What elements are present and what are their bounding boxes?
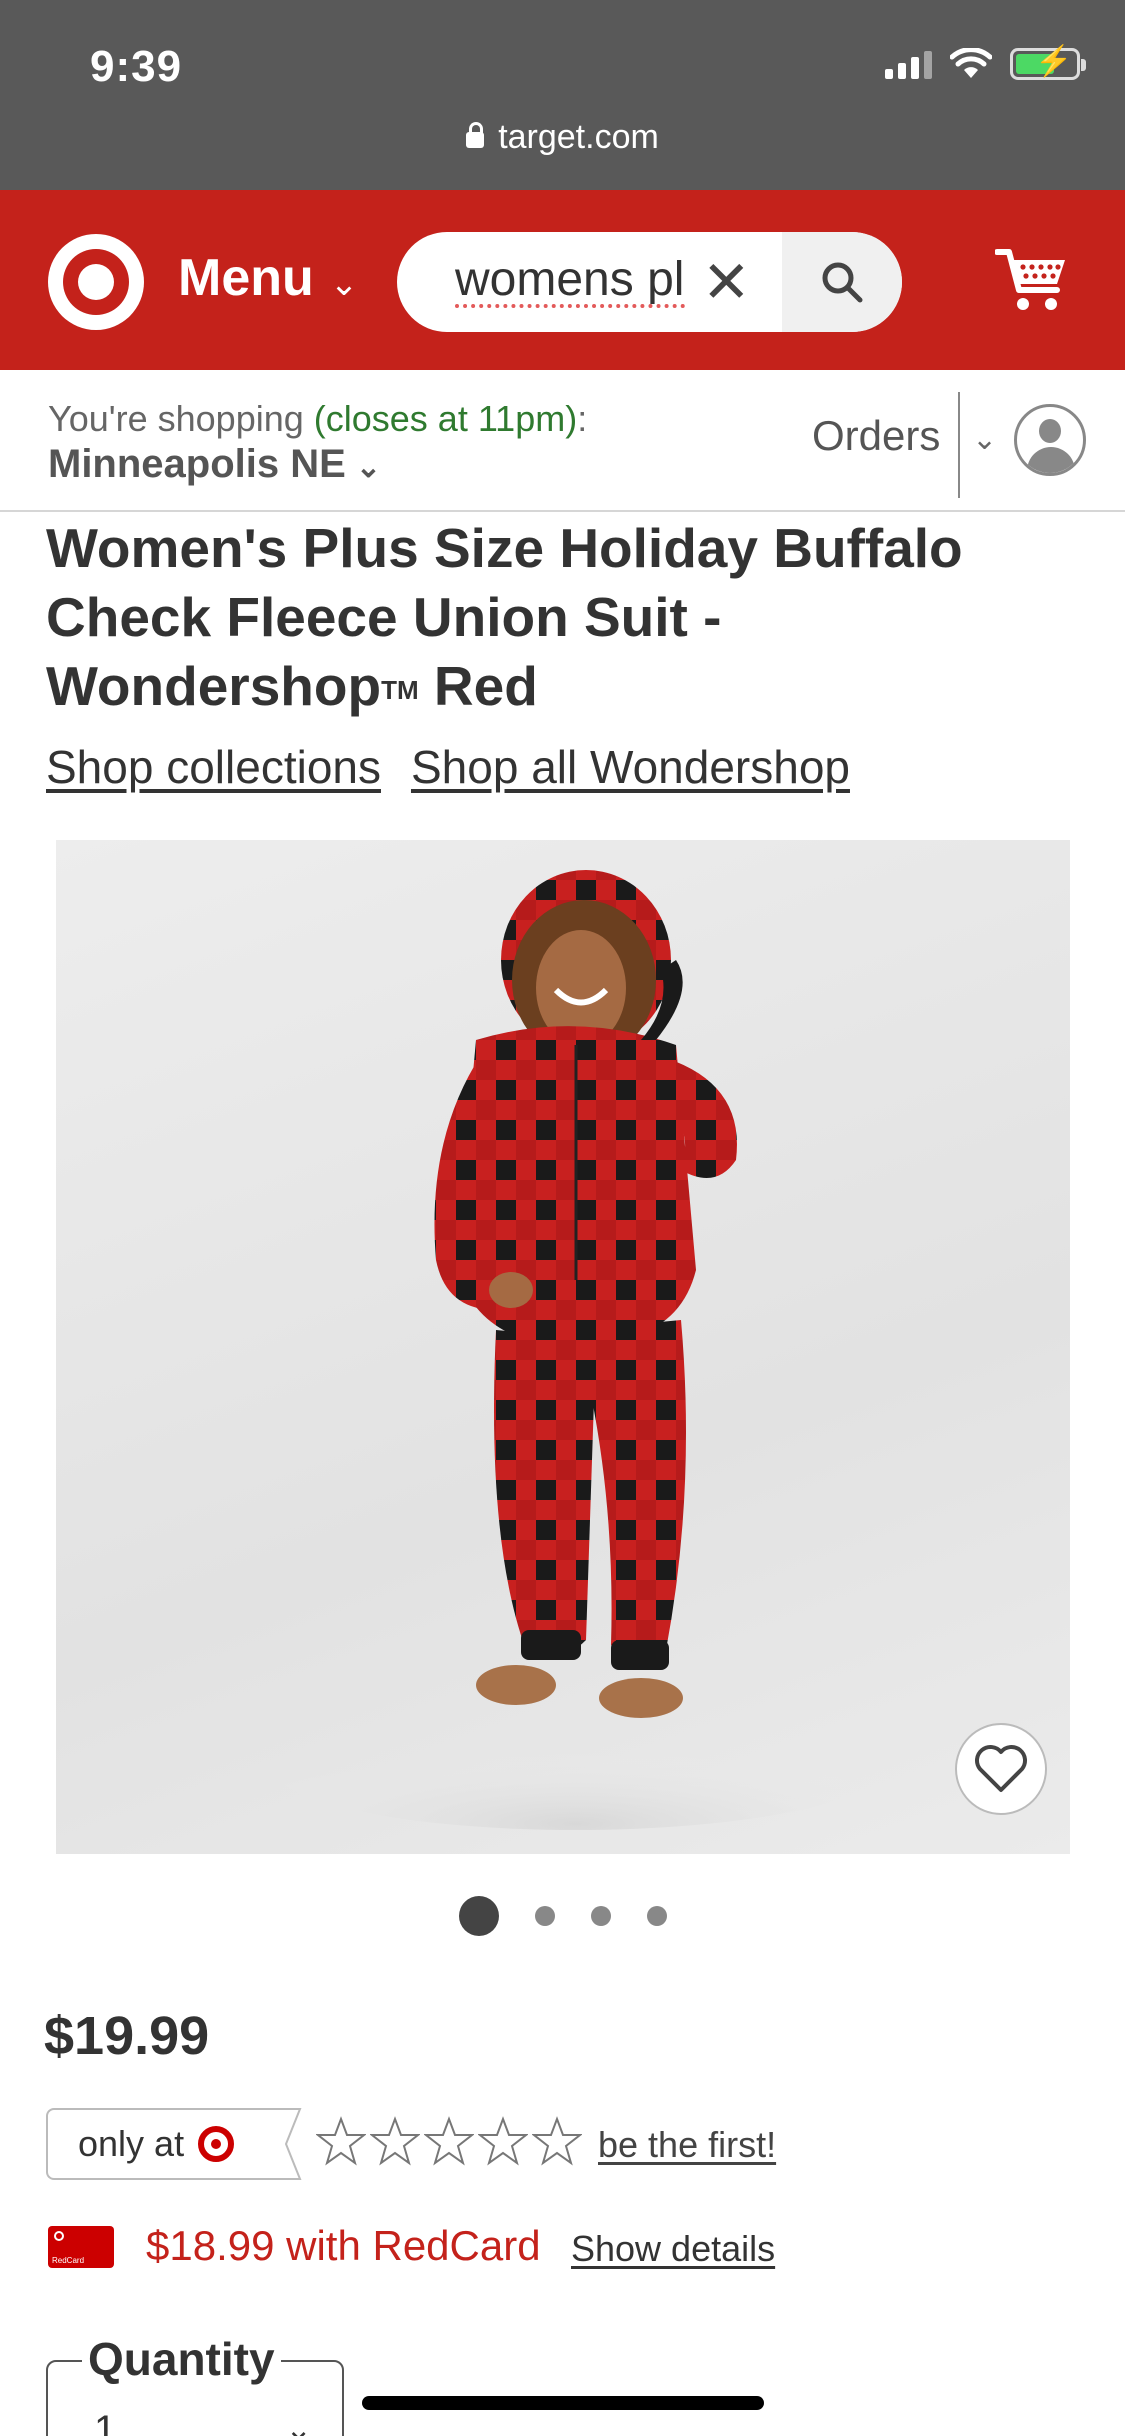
shopping-at-text: You're shopping (closes at 11pm): bbox=[48, 398, 587, 440]
cart-icon[interactable] bbox=[995, 246, 1067, 316]
search-icon bbox=[822, 262, 863, 303]
redcard-price: $18.99 with RedCard bbox=[146, 2222, 541, 2269]
write-review-link[interactable]: be the first! bbox=[598, 2124, 776, 2166]
search-button[interactable] bbox=[782, 232, 902, 332]
only-at-target-badge: only at bbox=[46, 2108, 286, 2180]
carousel-dot-4[interactable] bbox=[646, 1906, 667, 1926]
carousel-dot-2[interactable] bbox=[534, 1906, 555, 1926]
product-color: Red bbox=[418, 655, 538, 717]
store-hours: (closes at 11pm) bbox=[313, 398, 578, 439]
orders-link[interactable]: Orders bbox=[812, 412, 940, 460]
home-indicator[interactable] bbox=[362, 2396, 764, 2410]
brand-name: Wondershop bbox=[46, 655, 382, 717]
model-in-plaid-union-suit-image bbox=[276, 870, 876, 1830]
battery-charging-icon: ⚡ bbox=[1010, 47, 1086, 80]
shop-collections-link[interactable]: Shop collections bbox=[46, 740, 381, 794]
status-time: 9:39 bbox=[90, 42, 183, 91]
product-title-line-1: Women's Plus Size Holiday Buffalo bbox=[46, 517, 963, 579]
badge-tail bbox=[270, 2108, 302, 2180]
account-chevron-down-icon[interactable]: ⌄ bbox=[972, 422, 997, 457]
collection-links: Shop collections Shop all Wondershop bbox=[46, 740, 850, 794]
cellular-signal-icon bbox=[885, 49, 932, 79]
account-avatar-icon[interactable] bbox=[1014, 404, 1086, 476]
redcard-icon: RedCard bbox=[48, 2226, 114, 2268]
quantity-select[interactable]: Quantity 1 ⌄ bbox=[46, 2332, 344, 2436]
star-icon bbox=[478, 2116, 528, 2166]
show-details-link[interactable]: Show details bbox=[571, 2228, 775, 2270]
product-image[interactable] bbox=[56, 840, 1070, 1854]
only-at-label: only at bbox=[78, 2123, 185, 2164]
redcard-card-text: RedCard bbox=[52, 2256, 85, 2265]
star-icon bbox=[532, 2116, 582, 2166]
image-carousel-dots bbox=[0, 1896, 1125, 1936]
carousel-dot-1[interactable] bbox=[458, 1896, 499, 1936]
product-title: Women's Plus Size Holiday Buffalo Check … bbox=[46, 514, 1066, 725]
trademark-symbol: TM bbox=[381, 675, 419, 705]
target-logo-icon[interactable] bbox=[48, 234, 144, 330]
star-icon bbox=[316, 2116, 366, 2166]
store-selector[interactable]: Minneapolis NE ⌄ bbox=[48, 442, 381, 487]
search-input[interactable]: womens pl bbox=[455, 256, 685, 308]
divider bbox=[958, 392, 960, 498]
favorite-button[interactable] bbox=[955, 1723, 1047, 1815]
product-title-line-3: WondershopTM Red bbox=[46, 652, 1066, 725]
chevron-down-icon: ⌄ bbox=[355, 451, 381, 484]
shopping-prefix: You're shopping bbox=[48, 398, 314, 439]
carousel-dot-3[interactable] bbox=[590, 1906, 611, 1926]
quantity-label: Quantity bbox=[82, 2332, 281, 2386]
store-name: Minneapolis NE bbox=[48, 442, 346, 486]
store-location-bar: You're shopping (closes at 11pm): Minnea… bbox=[0, 370, 1125, 512]
url-text: target.com bbox=[498, 118, 659, 156]
address-bar[interactable]: target.com bbox=[0, 118, 1125, 157]
product-title-line-2: Check Fleece Union Suit - bbox=[46, 586, 722, 648]
browser-chrome: 9:39 ⚡ target.com bbox=[0, 0, 1125, 190]
shopping-suffix: : bbox=[577, 398, 588, 439]
quantity-value: 1 bbox=[94, 2408, 117, 2436]
star-icon bbox=[424, 2116, 474, 2166]
menu-button[interactable]: Menu ⌄ bbox=[178, 248, 358, 308]
target-bullseye-icon bbox=[198, 2126, 235, 2162]
wifi-icon bbox=[950, 48, 992, 78]
heart-icon bbox=[975, 1745, 1027, 1792]
clear-search-icon[interactable]: ✕ bbox=[702, 248, 751, 316]
site-header: Menu ⌄ womens pl ✕ bbox=[0, 190, 1125, 370]
chevron-down-icon: ⌄ bbox=[285, 2411, 312, 2436]
search-bar: womens pl ✕ bbox=[397, 232, 902, 332]
lock-icon bbox=[466, 122, 485, 148]
shop-all-brand-link[interactable]: Shop all Wondershop bbox=[411, 740, 850, 794]
star-icon bbox=[370, 2116, 420, 2166]
menu-label: Menu bbox=[178, 249, 314, 307]
product-price: $19.99 bbox=[44, 2006, 210, 2066]
chevron-down-icon: ⌄ bbox=[329, 265, 359, 303]
status-icons: ⚡ bbox=[885, 47, 1086, 80]
rating-stars[interactable] bbox=[316, 2116, 582, 2166]
